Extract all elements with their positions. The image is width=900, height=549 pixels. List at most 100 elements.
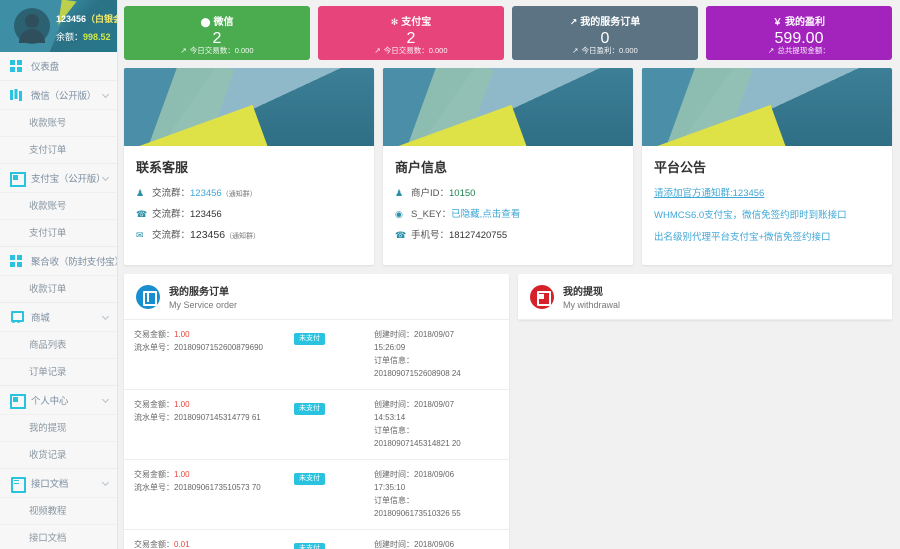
stat-card-2[interactable]: ↗我的服务订单0↗今日盈利：0.000	[512, 6, 698, 60]
card-icon	[10, 172, 24, 184]
service-order-icon	[136, 285, 160, 309]
info-line: ◉ S_KEY：已隐藏,点击查看	[395, 206, 621, 220]
orders-title-en: My Service order	[169, 300, 237, 310]
info-line-value: 123456	[190, 209, 222, 220]
sidebar-item[interactable]: 订单记录	[0, 358, 117, 385]
sidebar-item[interactable]: 支付订单	[0, 136, 117, 163]
sidebar-item[interactable]: 收款账号	[0, 109, 117, 136]
order-serial: 流水单号：20180907152600879690	[134, 341, 294, 354]
info-line-value: 18127420755	[449, 230, 507, 241]
stat-cards: ⬤微信2↗今日交易数：0.000✻支付宝2↗今日交易数：0.000↗我的服务订单…	[124, 6, 892, 60]
chevron-down-icon[interactable]	[102, 91, 109, 98]
info-line-suffix: （通知群）	[222, 189, 257, 199]
orders-list: 交易金额：1.00流水单号：20180907152600879690未支付创建时…	[124, 320, 509, 549]
order-created-time: 14:53:14	[374, 411, 499, 424]
sidebar-group-header-4[interactable]: 商城	[0, 303, 117, 331]
chevron-down-icon[interactable]	[102, 396, 109, 403]
order-amount: 交易金额：1.00	[134, 468, 294, 481]
sidebar-group-2: 支付宝（公开版）收款账号支付订单	[0, 164, 117, 247]
info-line-value[interactable]: 已隐藏,点击查看	[451, 206, 520, 220]
sidebar-item[interactable]: 收款账号	[0, 192, 117, 219]
panel-support-body: 联系客服 ♟交流群：123456（通知群）☎交流群：123456✉交流群：123…	[124, 146, 374, 262]
sidebar-item[interactable]: 接口文档	[0, 524, 117, 549]
sidebar-group-label: 个人中心	[31, 393, 68, 407]
grid-icon	[10, 60, 24, 72]
alipay-icon: ✻	[391, 17, 399, 28]
chart-icon: ↗	[570, 17, 578, 28]
status-badge: 未支付	[294, 333, 325, 345]
info-line-value: 123456	[190, 229, 225, 241]
stat-card-1[interactable]: ✻支付宝2↗今日交易数：0.000	[318, 6, 504, 60]
info-line-value: 10150	[449, 188, 475, 199]
stat-title: ✻支付宝	[318, 13, 504, 28]
sidebar-group-header-1[interactable]: 微信（公开版）	[0, 81, 117, 109]
order-row-left: 交易金额：1.00流水单号：20180907152600879690	[134, 328, 294, 380]
sidebar-item[interactable]: 视频教程	[0, 497, 117, 524]
stat-footnote: ↗今日盈利：0.000	[512, 45, 698, 56]
info-line-label: 交流群：	[152, 227, 190, 241]
sidebar-item[interactable]: 商品列表	[0, 331, 117, 358]
notice-link[interactable]: 出名级别代理平台支付宝+微信免签约接口	[654, 229, 880, 243]
trend-up-icon: ↗	[572, 46, 578, 55]
order-row[interactable]: 交易金额：1.00流水单号：20180907145314779 61未支付创建时…	[124, 390, 509, 460]
info-line-label: S_KEY：	[411, 206, 451, 220]
info-line-value: 123456	[190, 188, 222, 199]
order-created-date: 创建时间：2018/09/07	[374, 398, 499, 411]
profile-balance: 余额：998.52	[56, 30, 117, 43]
sidebar-item[interactable]: 支付订单	[0, 219, 117, 246]
order-row[interactable]: 交易金额：1.00流水单号：20180907152600879690未支付创建时…	[124, 320, 509, 390]
withdrawal-icon	[530, 285, 554, 309]
doc-icon	[10, 477, 24, 489]
info-line-label: 交流群：	[152, 185, 190, 199]
main-content: ⬤微信2↗今日交易数：0.000✻支付宝2↗今日交易数：0.000↗我的服务订单…	[118, 0, 900, 549]
chevron-down-icon[interactable]	[102, 313, 109, 320]
order-amount: 交易金额：0.01	[134, 538, 294, 549]
sidebar-submenu-5: 我的提现收货记录	[0, 414, 117, 468]
sidebar-item[interactable]: 收货记录	[0, 441, 117, 468]
order-row[interactable]: 交易金额：0.01流水单号：20180906173401777 26未支付创建时…	[124, 530, 509, 549]
sidebar-item[interactable]: 收款订单	[0, 275, 117, 302]
sidebar-item[interactable]: 我的提现	[0, 414, 117, 441]
money-icon: ￥	[773, 15, 782, 28]
order-amount-value: 1.00	[174, 330, 190, 339]
trend-up-icon: ↗	[374, 46, 380, 55]
orders-card: 我的服务订单 My Service order 交易金额：1.00流水单号：20…	[124, 274, 509, 549]
order-amount-value: 1.00	[174, 400, 190, 409]
stat-footnote: ↗总共提现金额：	[706, 45, 892, 56]
order-info-value: 20180907145314821 20	[374, 437, 499, 450]
stat-footnote: ↗今日交易数：0.000	[124, 45, 310, 56]
status-badge: 未支付	[294, 403, 325, 415]
sidebar-group-header-0[interactable]: 仪表盘	[0, 52, 117, 80]
notice-link[interactable]: WHMCS6.0支付宝，微信免签约即时到账接口	[654, 207, 880, 221]
sidebar-group-header-3[interactable]: 聚合收（防封支付宝）	[0, 247, 117, 275]
order-row[interactable]: 交易金额：1.00流水单号：20180906173510573 70未支付 创建时…	[124, 460, 509, 530]
stat-card-3[interactable]: ￥我的盈利599.00↗总共提现金额：	[706, 6, 892, 60]
chevron-down-icon[interactable]	[102, 479, 109, 486]
mail-icon: ✉	[136, 231, 147, 240]
sidebar-submenu-6: 视频教程接口文档签名算法订单信息订单查分异步通知	[0, 497, 117, 549]
user-icon: ♟	[136, 189, 147, 198]
order-row-left: 交易金额：1.00流水单号：20180906173510573 70	[134, 468, 294, 520]
order-created-date: 创建时间：2018/09/06	[374, 468, 499, 481]
info-line: ♟ 交流群：123456（通知群）	[136, 185, 362, 199]
sidebar-group-header-5[interactable]: 个人中心	[0, 386, 117, 414]
phone-icon: ☎	[136, 210, 147, 219]
stat-card-0[interactable]: ⬤微信2↗今日交易数：0.000	[124, 6, 310, 60]
order-row-left: 交易金额：0.01流水单号：20180906173401777 26	[134, 538, 294, 549]
panel-merchant-title: 商户信息	[395, 157, 621, 176]
order-amount: 交易金额：1.00	[134, 328, 294, 341]
notice-link[interactable]: 请添加官方通知群:123456	[654, 185, 880, 199]
order-row-status: 未支付	[294, 538, 370, 549]
order-serial: 流水单号：20180906173510573 70	[134, 481, 294, 494]
status-badge: 未支付	[294, 473, 325, 485]
sidebar-submenu-3: 收款订单	[0, 275, 117, 302]
phone-icon: ☎	[395, 231, 406, 240]
trend-up-icon: ↗	[768, 46, 774, 55]
sidebar-group-header-2[interactable]: 支付宝（公开版）	[0, 164, 117, 192]
panel-notice-body: 平台公告 请添加官方通知群:123456WHMCS6.0支付宝，微信免签约即时到…	[642, 146, 892, 265]
order-info-value: 20180907152608908 24	[374, 367, 499, 380]
eye-icon: ◉	[395, 210, 406, 219]
info-line-suffix: （通知群）	[225, 231, 260, 241]
panel-notice: 平台公告 请添加官方通知群:123456WHMCS6.0支付宝，微信免签约即时到…	[642, 68, 892, 265]
sidebar-group-header-6[interactable]: 接口文档	[0, 469, 117, 497]
